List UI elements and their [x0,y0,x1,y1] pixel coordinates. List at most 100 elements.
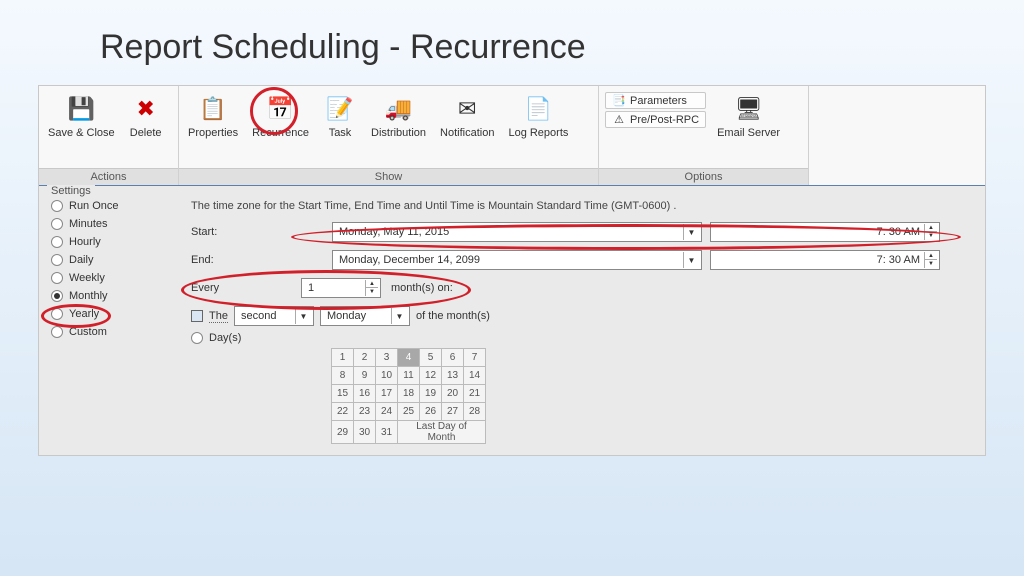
distribution-button[interactable]: 🚚 Distribution [364,88,433,162]
group-label-actions: Actions [39,168,178,185]
properties-label: Properties [188,127,238,139]
recurrence-button[interactable]: 📅 Recurrence [245,88,316,162]
day-cell[interactable]: 10 [376,367,398,385]
day-cell[interactable]: 16 [354,385,376,403]
day-cell[interactable]: 9 [354,367,376,385]
day-cell[interactable]: 20 [442,385,464,403]
save-close-button[interactable]: 💾 Save & Close [41,88,122,162]
day-cell[interactable]: 2 [354,349,376,367]
properties-icon: 📋 [197,93,229,125]
day-cell[interactable]: 7 [464,349,486,367]
properties-button[interactable]: 📋 Properties [181,88,245,162]
radio-custom[interactable]: Custom [51,326,171,338]
delete-icon: ✖ [130,93,162,125]
day-cell[interactable]: 5 [420,349,442,367]
the-checkbox[interactable] [191,310,203,322]
email-server-button[interactable]: 🖥 Email Server [710,88,787,162]
timezone-note: The time zone for the Start Time, End Ti… [191,200,977,212]
the-label: The [209,310,228,323]
day-cell[interactable]: 24 [376,403,398,421]
day-cell[interactable]: 14 [464,367,486,385]
start-label: Start: [191,226,241,238]
every-months-spinner[interactable]: 1 ▲▼ [301,278,381,298]
last-day-cell[interactable]: Last Day of Month [398,421,486,444]
day-cell[interactable]: 21 [464,385,486,403]
notification-button[interactable]: ✉ Notification [433,88,501,162]
start-time-spinner[interactable]: 7: 30 AM ▲▼ [710,222,940,242]
day-cell[interactable]: 4 [398,349,420,367]
radio-weekly[interactable]: Weekly [51,272,171,284]
start-date-dropdown[interactable]: Monday, May 11, 2015 ▼ [332,222,702,242]
radio-monthly-label: Monthly [69,290,108,302]
radio-yearly-label: Yearly [69,308,99,320]
day-cell[interactable]: 1 [332,349,354,367]
day-cell[interactable]: 27 [442,403,464,421]
app-window: 💾 Save & Close ✖ Delete Actions 📋 Proper… [38,85,986,456]
day-cell[interactable]: 31 [376,421,398,444]
ribbon-group-show: 📋 Properties 📅 Recurrence 📝 Task 🚚 Distr… [179,86,599,185]
spinner-buttons[interactable]: ▲▼ [365,280,378,296]
end-label: End: [191,254,241,266]
monthly-settings: Every 1 ▲▼ month(s) on: The second [191,278,977,447]
save-close-label: Save & Close [48,127,115,139]
radio-monthly[interactable]: Monthly [51,290,171,302]
radio-daily[interactable]: Daily [51,254,171,266]
end-date-dropdown[interactable]: Monday, December 14, 2099 ▼ [332,250,702,270]
day-cell[interactable]: 17 [376,385,398,403]
radio-run-once[interactable]: Run Once [51,200,171,212]
notification-label: Notification [440,127,494,139]
parameters-button[interactable]: 📑 Parameters [605,92,706,109]
day-cell[interactable]: 28 [464,403,486,421]
weekday-dropdown[interactable]: Monday ▼ [320,306,410,326]
ordinal-dropdown[interactable]: second ▼ [234,306,314,326]
radio-yearly[interactable]: Yearly [51,308,171,320]
day-cell[interactable]: 13 [442,367,464,385]
day-cell[interactable]: 22 [332,403,354,421]
end-date-value: Monday, December 14, 2099 [339,254,480,266]
day-cell[interactable]: 15 [332,385,354,403]
spinner-buttons[interactable]: ▲▼ [924,224,937,240]
radio-run-once-label: Run Once [69,200,119,212]
day-cell[interactable]: 25 [398,403,420,421]
the-pattern-row: The second ▼ Monday ▼ of the month(s) [191,306,977,326]
log-reports-icon: 📄 [522,93,554,125]
settings-legend: Settings [47,185,95,197]
day-of-month-grid: 1234567891011121314151617181920212223242… [331,348,486,444]
day-cell[interactable]: 29 [332,421,354,444]
email-server-label: Email Server [717,127,780,139]
weekday-value: Monday [327,310,366,322]
delete-button[interactable]: ✖ Delete [122,88,170,162]
radio-days[interactable]: Day(s) [191,332,977,344]
chevron-down-icon: ▼ [683,224,699,240]
spinner-buttons[interactable]: ▲▼ [924,252,937,268]
pre-post-rpc-button[interactable]: ⚠ Pre/Post-RPC [605,111,706,128]
day-cell[interactable]: 30 [354,421,376,444]
log-reports-button[interactable]: 📄 Log Reports [501,88,575,162]
task-button[interactable]: 📝 Task [316,88,364,162]
radio-minutes-label: Minutes [69,218,108,230]
notification-icon: ✉ [451,93,483,125]
start-time-value: 7: 30 AM [877,226,920,238]
radio-minutes[interactable]: Minutes [51,218,171,230]
day-cell[interactable]: 23 [354,403,376,421]
save-icon: 💾 [65,93,97,125]
day-cell[interactable]: 11 [398,367,420,385]
end-time-spinner[interactable]: 7: 30 AM ▲▼ [710,250,940,270]
months-on-label: month(s) on: [391,282,453,294]
day-cell[interactable]: 19 [420,385,442,403]
day-cell[interactable]: 8 [332,367,354,385]
day-cell[interactable]: 6 [442,349,464,367]
day-cell[interactable]: 3 [376,349,398,367]
day-cell[interactable]: 18 [398,385,420,403]
start-date-value: Monday, May 11, 2015 [339,226,449,238]
group-label-options: Options [599,168,808,185]
day-cell[interactable]: 12 [420,367,442,385]
settings-right-pane: The time zone for the Start Time, End Ti… [191,200,977,447]
delete-label: Delete [130,127,162,139]
radio-hourly[interactable]: Hourly [51,236,171,248]
task-label: Task [329,127,352,139]
day-cell[interactable]: 26 [420,403,442,421]
recurrence-icon: 📅 [265,93,297,125]
distribution-icon: 🚚 [383,93,415,125]
days-label: Day(s) [209,332,241,344]
